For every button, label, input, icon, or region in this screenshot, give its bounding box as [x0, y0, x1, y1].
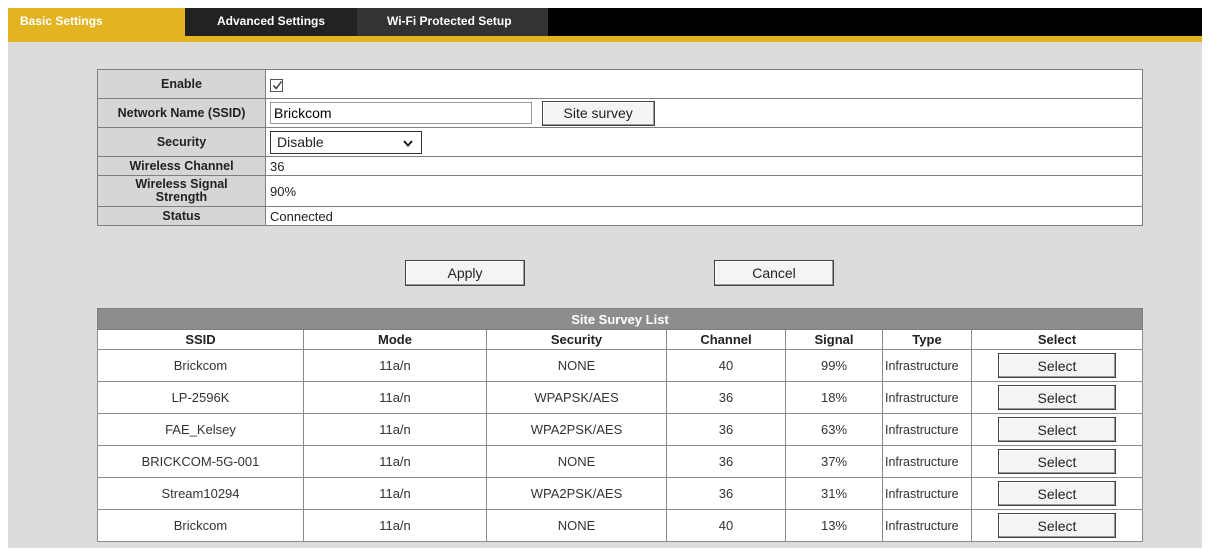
select-network-button[interactable]: Select — [998, 513, 1116, 538]
cell-ssid: BRICKCOM-5G-001 — [97, 445, 304, 478]
cell-channel: 36 — [666, 413, 786, 446]
table-row: LP-2596K 11a/n WPAPSK/AES 36 18% Infrastructu… — [97, 381, 1143, 414]
cell-type: Infrastructure — [882, 477, 972, 510]
cell-select: Select — [971, 349, 1143, 382]
cell-signal: 63% — [785, 413, 883, 446]
cell-mode: 11a/n — [303, 413, 487, 446]
column-header-select: Select — [971, 329, 1143, 350]
cell-security: NONE — [486, 509, 667, 542]
table-row: Brickcom 11a/n NONE 40 99% Infrastructure Sele… — [97, 349, 1143, 382]
select-network-button[interactable]: Select — [998, 417, 1116, 442]
security-select[interactable]: Disable — [270, 130, 422, 154]
enable-checkbox[interactable] — [270, 78, 283, 92]
column-header-type: Type — [882, 329, 972, 350]
table-row: Stream10294 11a/n WPA2PSK/AES 36 31% Infrastr… — [97, 477, 1143, 510]
cell-ssid: LP-2596K — [97, 381, 304, 414]
cell-select: Select — [971, 381, 1143, 414]
cell-signal: 99% — [785, 349, 883, 382]
cell-ssid: Stream10294 — [97, 477, 304, 510]
checkmark-icon — [272, 80, 283, 90]
cell-mode: 11a/n — [303, 509, 487, 542]
site-survey-button[interactable]: Site survey — [541, 100, 655, 126]
signal-strength-label: Wireless Signal Strength — [97, 175, 266, 207]
signal-strength-value: 90% — [265, 175, 1143, 207]
cell-type: Infrastructure — [882, 509, 972, 542]
table-row: Brickcom 11a/n NONE 40 13% Infrastructure Sele… — [97, 509, 1143, 542]
cell-channel: 36 — [666, 381, 786, 414]
status-value: Connected — [265, 206, 1143, 226]
cell-ssid: Brickcom — [97, 509, 304, 542]
cell-type: Infrastructure — [882, 445, 972, 478]
cell-channel: 36 — [666, 445, 786, 478]
status-label: Status — [97, 206, 266, 226]
cell-type: Infrastructure — [882, 381, 972, 414]
site-survey-title: Site Survey List — [97, 308, 1143, 330]
column-header-mode: Mode — [303, 329, 487, 350]
settings-page: Basic Settings Advanced Settings Wi-Fi P… — [8, 8, 1202, 548]
cell-select: Select — [971, 477, 1143, 510]
apply-button[interactable]: Apply — [405, 260, 525, 286]
cell-signal: 31% — [785, 477, 883, 510]
ssid-label: Network Name (SSID) — [97, 98, 266, 128]
cell-signal: 18% — [785, 381, 883, 414]
column-header-channel: Channel — [666, 329, 786, 350]
cell-ssid: Brickcom — [97, 349, 304, 382]
basic-settings-table: Enable Network Name (SSID) Site survey S… — [97, 69, 1143, 226]
cell-security: WPAPSK/AES — [486, 381, 667, 414]
column-header-security: Security — [486, 329, 667, 350]
cell-signal: 13% — [785, 509, 883, 542]
cell-mode: 11a/n — [303, 445, 487, 478]
cell-select: Select — [971, 509, 1143, 542]
security-select-value: Disable — [277, 133, 324, 150]
cell-select: Select — [971, 413, 1143, 446]
column-header-signal: Signal — [785, 329, 883, 350]
cell-mode: 11a/n — [303, 349, 487, 382]
table-row: BRICKCOM-5G-001 11a/n NONE 36 37% Infrastruct… — [97, 445, 1143, 478]
signal-strength-label-line2: Strength — [155, 190, 208, 204]
cancel-button[interactable]: Cancel — [714, 260, 834, 286]
wireless-channel-value: 36 — [265, 156, 1143, 176]
cell-signal: 37% — [785, 445, 883, 478]
chevron-down-icon — [403, 139, 413, 147]
site-survey-table: Site Survey List SSID Mode Security Chan… — [97, 308, 1143, 542]
cell-channel: 40 — [666, 509, 786, 542]
select-network-button[interactable]: Select — [998, 385, 1116, 410]
cell-ssid: FAE_Kelsey — [97, 413, 304, 446]
cell-mode: 11a/n — [303, 381, 487, 414]
enable-label: Enable — [97, 69, 266, 99]
cell-channel: 36 — [666, 477, 786, 510]
select-network-button[interactable]: Select — [998, 481, 1116, 506]
cell-security: NONE — [486, 349, 667, 382]
cell-channel: 40 — [666, 349, 786, 382]
tab-bar: Basic Settings Advanced Settings Wi-Fi P… — [8, 8, 1202, 42]
cell-select: Select — [971, 445, 1143, 478]
tab-wifi-protected-setup[interactable]: Wi-Fi Protected Setup — [357, 8, 548, 36]
table-row: FAE_Kelsey 11a/n WPA2PSK/AES 36 63% Infrastru… — [97, 413, 1143, 446]
cell-type: Infrastructure — [882, 413, 972, 446]
ssid-input[interactable] — [270, 102, 532, 124]
select-network-button[interactable]: Select — [998, 449, 1116, 474]
cell-security: WPA2PSK/AES — [486, 477, 667, 510]
wireless-channel-label: Wireless Channel — [97, 156, 266, 176]
cell-mode: 11a/n — [303, 477, 487, 510]
column-header-ssid: SSID — [97, 329, 304, 350]
cell-security: WPA2PSK/AES — [486, 413, 667, 446]
cell-type: Infrastructure — [882, 349, 972, 382]
tab-advanced-settings[interactable]: Advanced Settings — [185, 8, 357, 36]
cell-security: NONE — [486, 445, 667, 478]
signal-strength-label-line1: Wireless Signal — [135, 177, 228, 191]
select-network-button[interactable]: Select — [998, 353, 1116, 378]
security-label: Security — [97, 127, 266, 157]
tab-basic-settings[interactable]: Basic Settings — [8, 8, 185, 36]
